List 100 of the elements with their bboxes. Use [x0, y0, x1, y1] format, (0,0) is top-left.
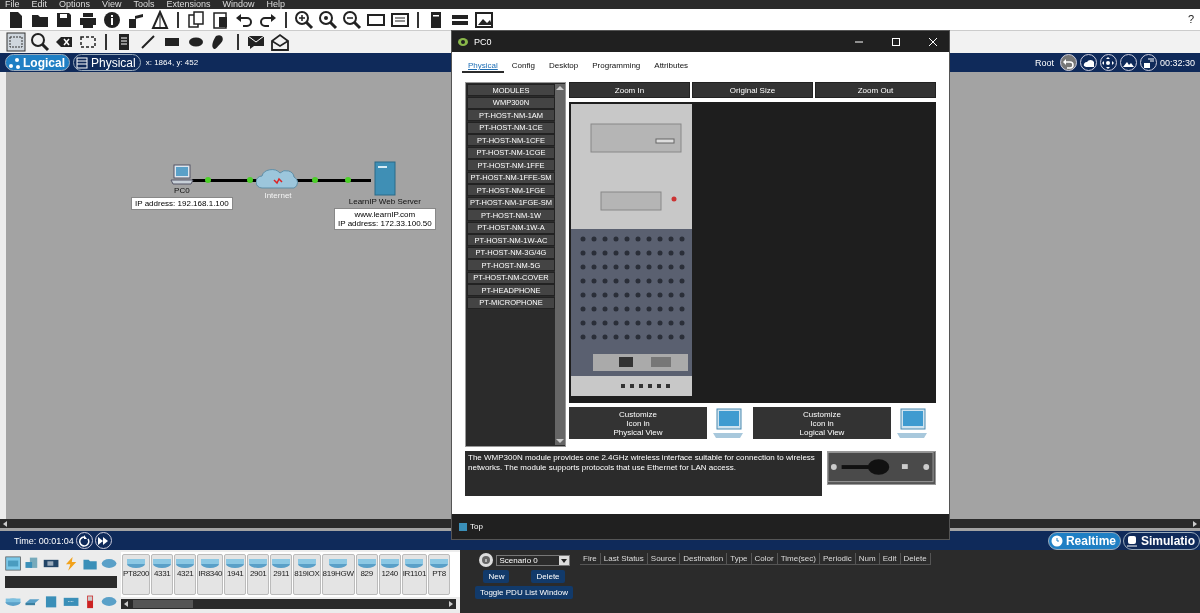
customize-icon-button[interactable]: Customize Icon in Physical View	[569, 407, 707, 439]
device-model-item[interactable]: 2911	[270, 554, 293, 595]
cursor-coordinates: x: 1864, y: 452	[145, 58, 199, 67]
scenario-dropdown[interactable]: Scenario 0	[495, 554, 570, 566]
clock-icon	[1050, 534, 1063, 547]
device-model-item[interactable]: 819IOX	[293, 554, 321, 595]
maximize-icon[interactable]	[891, 36, 901, 47]
zoom-button[interactable]: Original Size	[692, 82, 813, 98]
column-header: Type	[727, 553, 752, 565]
open-envelope-icon[interactable]	[270, 32, 290, 52]
menu-item[interactable]: File	[5, 0, 20, 9]
server-icon[interactable]	[373, 161, 396, 196]
customize-icon-button[interactable]: Customize Icon in Logical View	[753, 407, 891, 439]
grid-icon	[1142, 56, 1155, 69]
zoom-reset-icon[interactable]	[318, 9, 338, 30]
link-status-dot	[312, 177, 318, 183]
device-note: IP address: 192.168.1.100	[131, 197, 233, 210]
menu-item[interactable]: Options	[59, 0, 91, 9]
device-model-item[interactable]: 1941	[224, 554, 247, 595]
dialog-tab[interactable]: Programming	[586, 60, 647, 73]
column-header: Source	[647, 553, 681, 565]
simulation-time: Time: 00:01:04	[14, 535, 74, 546]
close-icon[interactable]	[928, 36, 938, 47]
link-status-dot	[247, 177, 253, 183]
device-label: LearnIP Web Server	[348, 197, 421, 206]
info-icon[interactable]	[102, 9, 122, 30]
device-label: Internet	[264, 191, 292, 200]
device-model-item[interactable]: 829	[355, 554, 378, 595]
search-icon[interactable]	[30, 32, 50, 52]
info-button[interactable]	[478, 553, 493, 567]
copy-icon[interactable]	[186, 9, 206, 30]
menu-item[interactable]: Edit	[31, 0, 48, 9]
menu-item[interactable]: Tools	[133, 0, 155, 9]
link-status-dot	[205, 177, 211, 183]
dialog-tab[interactable]: Config	[505, 60, 541, 73]
square-icon	[459, 522, 467, 531]
refresh-icon	[78, 534, 91, 547]
zoom-out-icon[interactable]	[342, 9, 362, 30]
column-header: Periodic	[819, 553, 856, 565]
zoom-in-icon[interactable]	[294, 9, 314, 30]
workspace-tab[interactable]: Logical	[5, 54, 70, 71]
toggle-pdu-list-button[interactable]: Toggle PDU List Window	[474, 586, 573, 599]
nodes-icon	[8, 56, 20, 69]
scroll-right-icon[interactable]	[1192, 519, 1198, 528]
device-note: www.learnIP.com IP address: 172.33.100.50	[334, 208, 436, 230]
scroll-right-icon[interactable]	[448, 600, 454, 608]
column-header: Delete	[900, 553, 931, 565]
link-status-dot	[345, 177, 351, 183]
module-description: The WMP300N module provides one 2.4GHz wireless interface suitable for connection to wireless networks. The module supports protocols that use Ethernet for LAN access.	[465, 451, 822, 496]
rack-icon	[76, 56, 88, 69]
zoom-button[interactable]: Zoom Out	[815, 82, 936, 98]
scenario-button[interactable]: Delete	[531, 570, 565, 583]
column-header: Edit	[879, 553, 901, 565]
menu-item[interactable]: Window	[222, 0, 255, 9]
zoom-button[interactable]: Zoom In	[569, 82, 690, 98]
device-model-item[interactable]: PT8	[428, 554, 451, 595]
scenario-button[interactable]: New	[483, 570, 510, 583]
dialog-tab[interactable]: Physical	[462, 60, 504, 73]
picture-icon[interactable]	[474, 9, 494, 30]
info-icon	[481, 556, 490, 564]
triangle-icon[interactable]	[150, 9, 170, 30]
network-devices-icon[interactable]	[5, 554, 22, 572]
device-model-item[interactable]: 1240	[378, 554, 401, 595]
device-model-item[interactable]: 4331	[151, 554, 174, 595]
menu-item[interactable]: Extensions	[166, 0, 211, 9]
scroll-up-icon[interactable]	[555, 84, 565, 92]
pc-icon[interactable]	[169, 164, 194, 185]
scroll-down-icon[interactable]	[555, 437, 565, 445]
move-icon	[1102, 56, 1115, 69]
back-button[interactable]	[1059, 54, 1077, 71]
column-header: Destination	[680, 553, 728, 565]
dialog-tab[interactable]: Attributes	[648, 60, 695, 73]
device-model-item[interactable]: IR1101	[401, 554, 428, 595]
paste-icon[interactable]	[210, 9, 230, 30]
column-header: Num	[855, 553, 880, 565]
column-header: Fire	[580, 553, 601, 565]
scroll-left-icon[interactable]	[2, 519, 8, 528]
menu-item[interactable]: View	[102, 0, 122, 9]
dialog-tab[interactable]: Desktop	[542, 60, 585, 73]
column-header: Time(sec)	[777, 553, 820, 565]
mode-tab[interactable]: Realtime	[1047, 531, 1121, 550]
app-logo-icon	[457, 35, 469, 48]
window-title: PC0	[474, 36, 493, 47]
footer-label: Top	[470, 522, 483, 531]
dropdown-caret-icon	[558, 555, 569, 565]
device-model-item[interactable]: 819HGW	[321, 554, 355, 595]
device-model-item[interactable]: 4321	[174, 554, 197, 595]
device-label: PC0	[174, 186, 190, 195]
root-label: Root	[1034, 57, 1054, 68]
clock-time: 00:32:30	[1159, 57, 1195, 68]
column-header: Last Status	[600, 553, 648, 565]
device-model-item[interactable]: IR8340	[197, 554, 224, 595]
menu-item[interactable]: Help	[266, 0, 285, 9]
fast-forward-icon	[97, 534, 110, 547]
scroll-left-icon[interactable]	[123, 600, 129, 608]
device-model-item[interactable]: PT8200	[122, 554, 151, 595]
help-button[interactable]: ?	[1187, 13, 1194, 25]
column-header: Color	[751, 553, 778, 565]
scrollbar-thumb[interactable]	[133, 600, 193, 608]
device-model-item[interactable]: 2901	[247, 554, 270, 595]
